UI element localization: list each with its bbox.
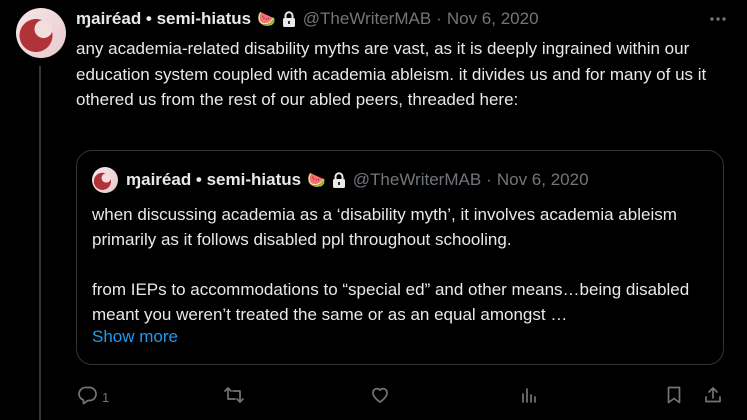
bookmark-button[interactable] — [664, 381, 684, 409]
more-icon[interactable] — [709, 8, 727, 30]
lock-icon — [282, 11, 296, 27]
quote-header: ɱairéad • semi-hiatus 🍉 @TheWriterMAB · … — [92, 167, 589, 193]
quote-author-handle: @TheWriterMAB — [352, 170, 482, 189]
quote-avatar — [92, 167, 118, 193]
retweet-icon — [223, 385, 245, 405]
quote-date: Nov 6, 2020 — [496, 170, 589, 189]
avatar[interactable] — [16, 8, 66, 58]
show-more-link[interactable]: Show more — [92, 327, 178, 347]
tweet-header: ɱairéad • semi-hiatus 🍉 @TheWriterMAB · … — [76, 8, 727, 30]
thread-line — [39, 66, 41, 420]
reply-icon — [78, 385, 98, 405]
quoted-tweet[interactable]: ɱairéad • semi-hiatus 🍉 @TheWriterMAB · … — [76, 150, 724, 365]
views-button[interactable] — [519, 381, 539, 409]
reply-button[interactable]: 1 — [78, 381, 109, 409]
views-icon — [519, 385, 539, 405]
retweet-button[interactable] — [223, 381, 245, 409]
separator-dot: · — [436, 9, 442, 28]
bookmark-icon — [664, 385, 684, 405]
like-icon — [370, 385, 390, 405]
share-icon — [703, 385, 723, 405]
author-name[interactable]: ɱairéad • semi-hiatus — [76, 9, 251, 29]
like-button[interactable] — [370, 381, 390, 409]
quote-watermelon-emoji: 🍉 — [307, 172, 326, 189]
tweet-date[interactable]: Nov 6, 2020 — [447, 9, 539, 29]
watermelon-emoji: 🍉 — [257, 11, 276, 28]
quote-author-name: ɱairéad • semi-hiatus — [126, 170, 302, 189]
quote-text: when discussing academia as a ‘disabilit… — [92, 205, 690, 324]
share-button[interactable] — [703, 381, 723, 409]
reply-count: 1 — [102, 389, 110, 405]
action-bar: 1 — [76, 381, 726, 409]
quote-separator-dot: · — [486, 170, 492, 189]
tweet-text: any academia-related disability myths ar… — [76, 39, 707, 109]
author-handle[interactable]: @TheWriterMAB — [303, 9, 431, 29]
quote-lock-icon — [332, 172, 346, 188]
